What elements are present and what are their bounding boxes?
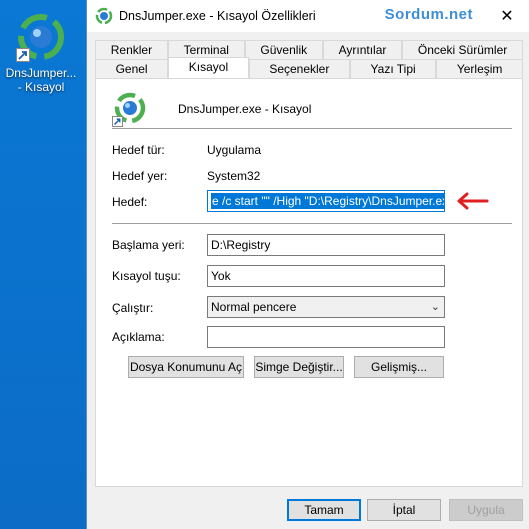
comment-label: Açıklama: (112, 330, 165, 344)
run-select[interactable]: Normal pencere ⌄ (207, 296, 445, 318)
change-icon-button[interactable]: Simge Değiştir... (254, 356, 344, 378)
run-select-value: Normal pencere (211, 300, 297, 314)
run-label: Çalıştır: (112, 301, 154, 315)
open-file-location-button[interactable]: Dosya Konumunu Aç (128, 356, 244, 378)
ok-button[interactable]: Tamam (287, 499, 361, 521)
properties-dialog: DnsJumper.exe - Kısayol Özellikleri Sord… (86, 0, 529, 529)
chevron-down-icon: ⌄ (430, 301, 440, 313)
separator (112, 128, 512, 129)
watermark: Sordum.net (384, 6, 473, 23)
target-location-value: System32 (207, 169, 261, 183)
target-input-text: e /c start "" /High "D:\Registry\DnsJump… (211, 193, 444, 209)
target-type-label: Hedef tür: (112, 143, 165, 157)
shortcut-arrow-icon (16, 48, 30, 62)
tab-yerlesim[interactable]: Yerleşim (436, 59, 524, 78)
tab-kisayol[interactable]: Kısayol (168, 57, 249, 78)
dnsjumper-app-icon (16, 12, 66, 62)
cancel-button[interactable]: İptal (367, 499, 441, 521)
desktop-icon-label-2: - Kısayol (17, 80, 65, 94)
target-label: Hedef: (112, 195, 148, 209)
window-title: DnsJumper.exe - Kısayol Özellikleri (119, 9, 316, 23)
tab-onceki-surumler[interactable]: Önceki Sürümler (402, 40, 523, 59)
shortcut-tab-panel: DnsJumper.exe - Kısayol Hedef tür: Uygul… (95, 78, 523, 487)
dnsjumper-app-icon (95, 7, 113, 25)
advanced-button[interactable]: Gelişmiş... (354, 356, 444, 378)
title-bar[interactable]: DnsJumper.exe - Kısayol Özellikleri Sord… (87, 0, 529, 32)
start-in-label: Başlama yeri: (112, 238, 185, 252)
close-icon[interactable]: ✕ (485, 0, 529, 32)
separator (112, 223, 512, 224)
desktop-shortcut[interactable]: DnsJumper... - Kısayol (2, 12, 80, 94)
apply-button[interactable]: Uygula (449, 499, 523, 521)
red-arrow-icon (457, 192, 489, 210)
start-in-input[interactable]: D:\Registry (207, 234, 445, 256)
tab-strip: Renkler Terminal Güvenlik Ayrıntılar Önc… (95, 40, 524, 78)
shortcut-name: DnsJumper.exe - Kısayol (178, 102, 312, 116)
desktop-icon-label-1: DnsJumper... (5, 66, 77, 80)
comment-input[interactable] (207, 326, 445, 348)
tab-ayrintilar[interactable]: Ayrıntılar (322, 40, 403, 59)
shortcut-key-label: Kısayol tuşu: (112, 269, 181, 283)
tab-secenekler[interactable]: Seçenekler (248, 59, 350, 78)
dnsjumper-app-icon (112, 91, 148, 127)
target-type-value: Uygulama (207, 143, 262, 157)
tab-guvenlik[interactable]: Güvenlik (244, 40, 323, 59)
target-location-label: Hedef yer: (112, 169, 168, 183)
tab-yazi-tipi[interactable]: Yazı Tipi (349, 59, 437, 78)
tab-renkler[interactable]: Renkler (95, 40, 168, 59)
shortcut-key-input[interactable]: Yok (207, 265, 445, 287)
tab-genel[interactable]: Genel (95, 59, 169, 78)
target-input[interactable]: e /c start "" /High "D:\Registry\DnsJump… (207, 190, 445, 212)
shortcut-arrow-icon (112, 116, 123, 127)
